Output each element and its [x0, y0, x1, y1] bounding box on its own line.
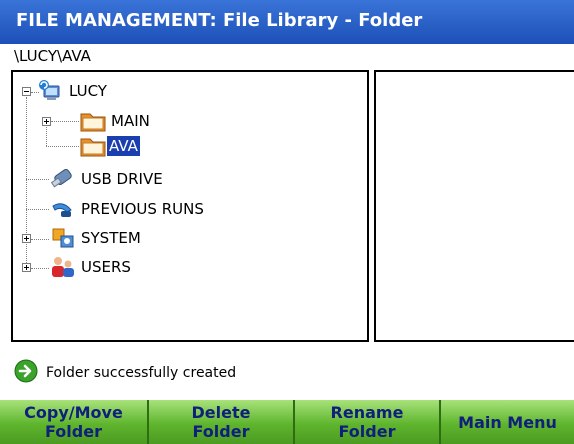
- window-title: FILE MANAGEMENT: File Library - Folder: [0, 0, 574, 44]
- folder-tree-pane[interactable]: LUCY MAIN AVA USB DRIVE PREVIOUS RUNS SY…: [11, 70, 369, 342]
- delete-folder-label: Delete Folder: [191, 403, 251, 441]
- expand-main-toggle[interactable]: [42, 117, 51, 126]
- rename-folder-button[interactable]: Rename Folder: [295, 400, 441, 444]
- tree-item-users[interactable]: USERS: [79, 257, 133, 277]
- tree-connector: [31, 239, 49, 240]
- action-button-bar: Copy/Move Folder Delete Folder Rename Fo…: [0, 400, 574, 444]
- copy-move-folder-label: Copy/Move Folder: [24, 403, 123, 441]
- collapse-lucy-toggle[interactable]: [22, 87, 31, 96]
- tree-item-system[interactable]: SYSTEM: [79, 228, 143, 248]
- delete-folder-button[interactable]: Delete Folder: [149, 400, 295, 444]
- tree-item-previous-runs[interactable]: PREVIOUS RUNS: [79, 199, 206, 219]
- computer-icon: [37, 77, 63, 107]
- previous-runs-icon: [49, 196, 77, 226]
- main-menu-button[interactable]: Main Menu: [441, 400, 574, 444]
- tree-connector: [26, 209, 49, 210]
- expand-users-toggle[interactable]: [22, 263, 31, 272]
- tree-item-ava[interactable]: AVA: [107, 136, 140, 156]
- folder-contents-pane[interactable]: [374, 70, 574, 342]
- expand-system-toggle[interactable]: [22, 234, 31, 243]
- users-icon: [49, 254, 77, 284]
- status-bar: Folder successfully created: [14, 359, 236, 387]
- tree-item-lucy[interactable]: LUCY: [67, 81, 109, 101]
- rename-folder-label: Rename Folder: [330, 403, 404, 441]
- tree-connector: [51, 121, 79, 122]
- tree-item-main[interactable]: MAIN: [109, 111, 152, 131]
- tree-connector: [31, 268, 49, 269]
- system-icon: [49, 225, 77, 255]
- status-message: Folder successfully created: [46, 365, 237, 381]
- tree-item-usb-drive[interactable]: USB DRIVE: [79, 169, 165, 189]
- tree-connector: [26, 97, 27, 269]
- arrow-right-circle-icon: [14, 359, 38, 387]
- copy-move-folder-button[interactable]: Copy/Move Folder: [0, 400, 149, 444]
- usb-drive-icon: [49, 166, 77, 196]
- tree-connector: [46, 146, 79, 147]
- current-path: \LUCY\AVA: [14, 47, 91, 65]
- main-menu-label: Main Menu: [458, 412, 557, 432]
- open-folder-icon: [79, 133, 107, 163]
- tree-connector: [26, 179, 49, 180]
